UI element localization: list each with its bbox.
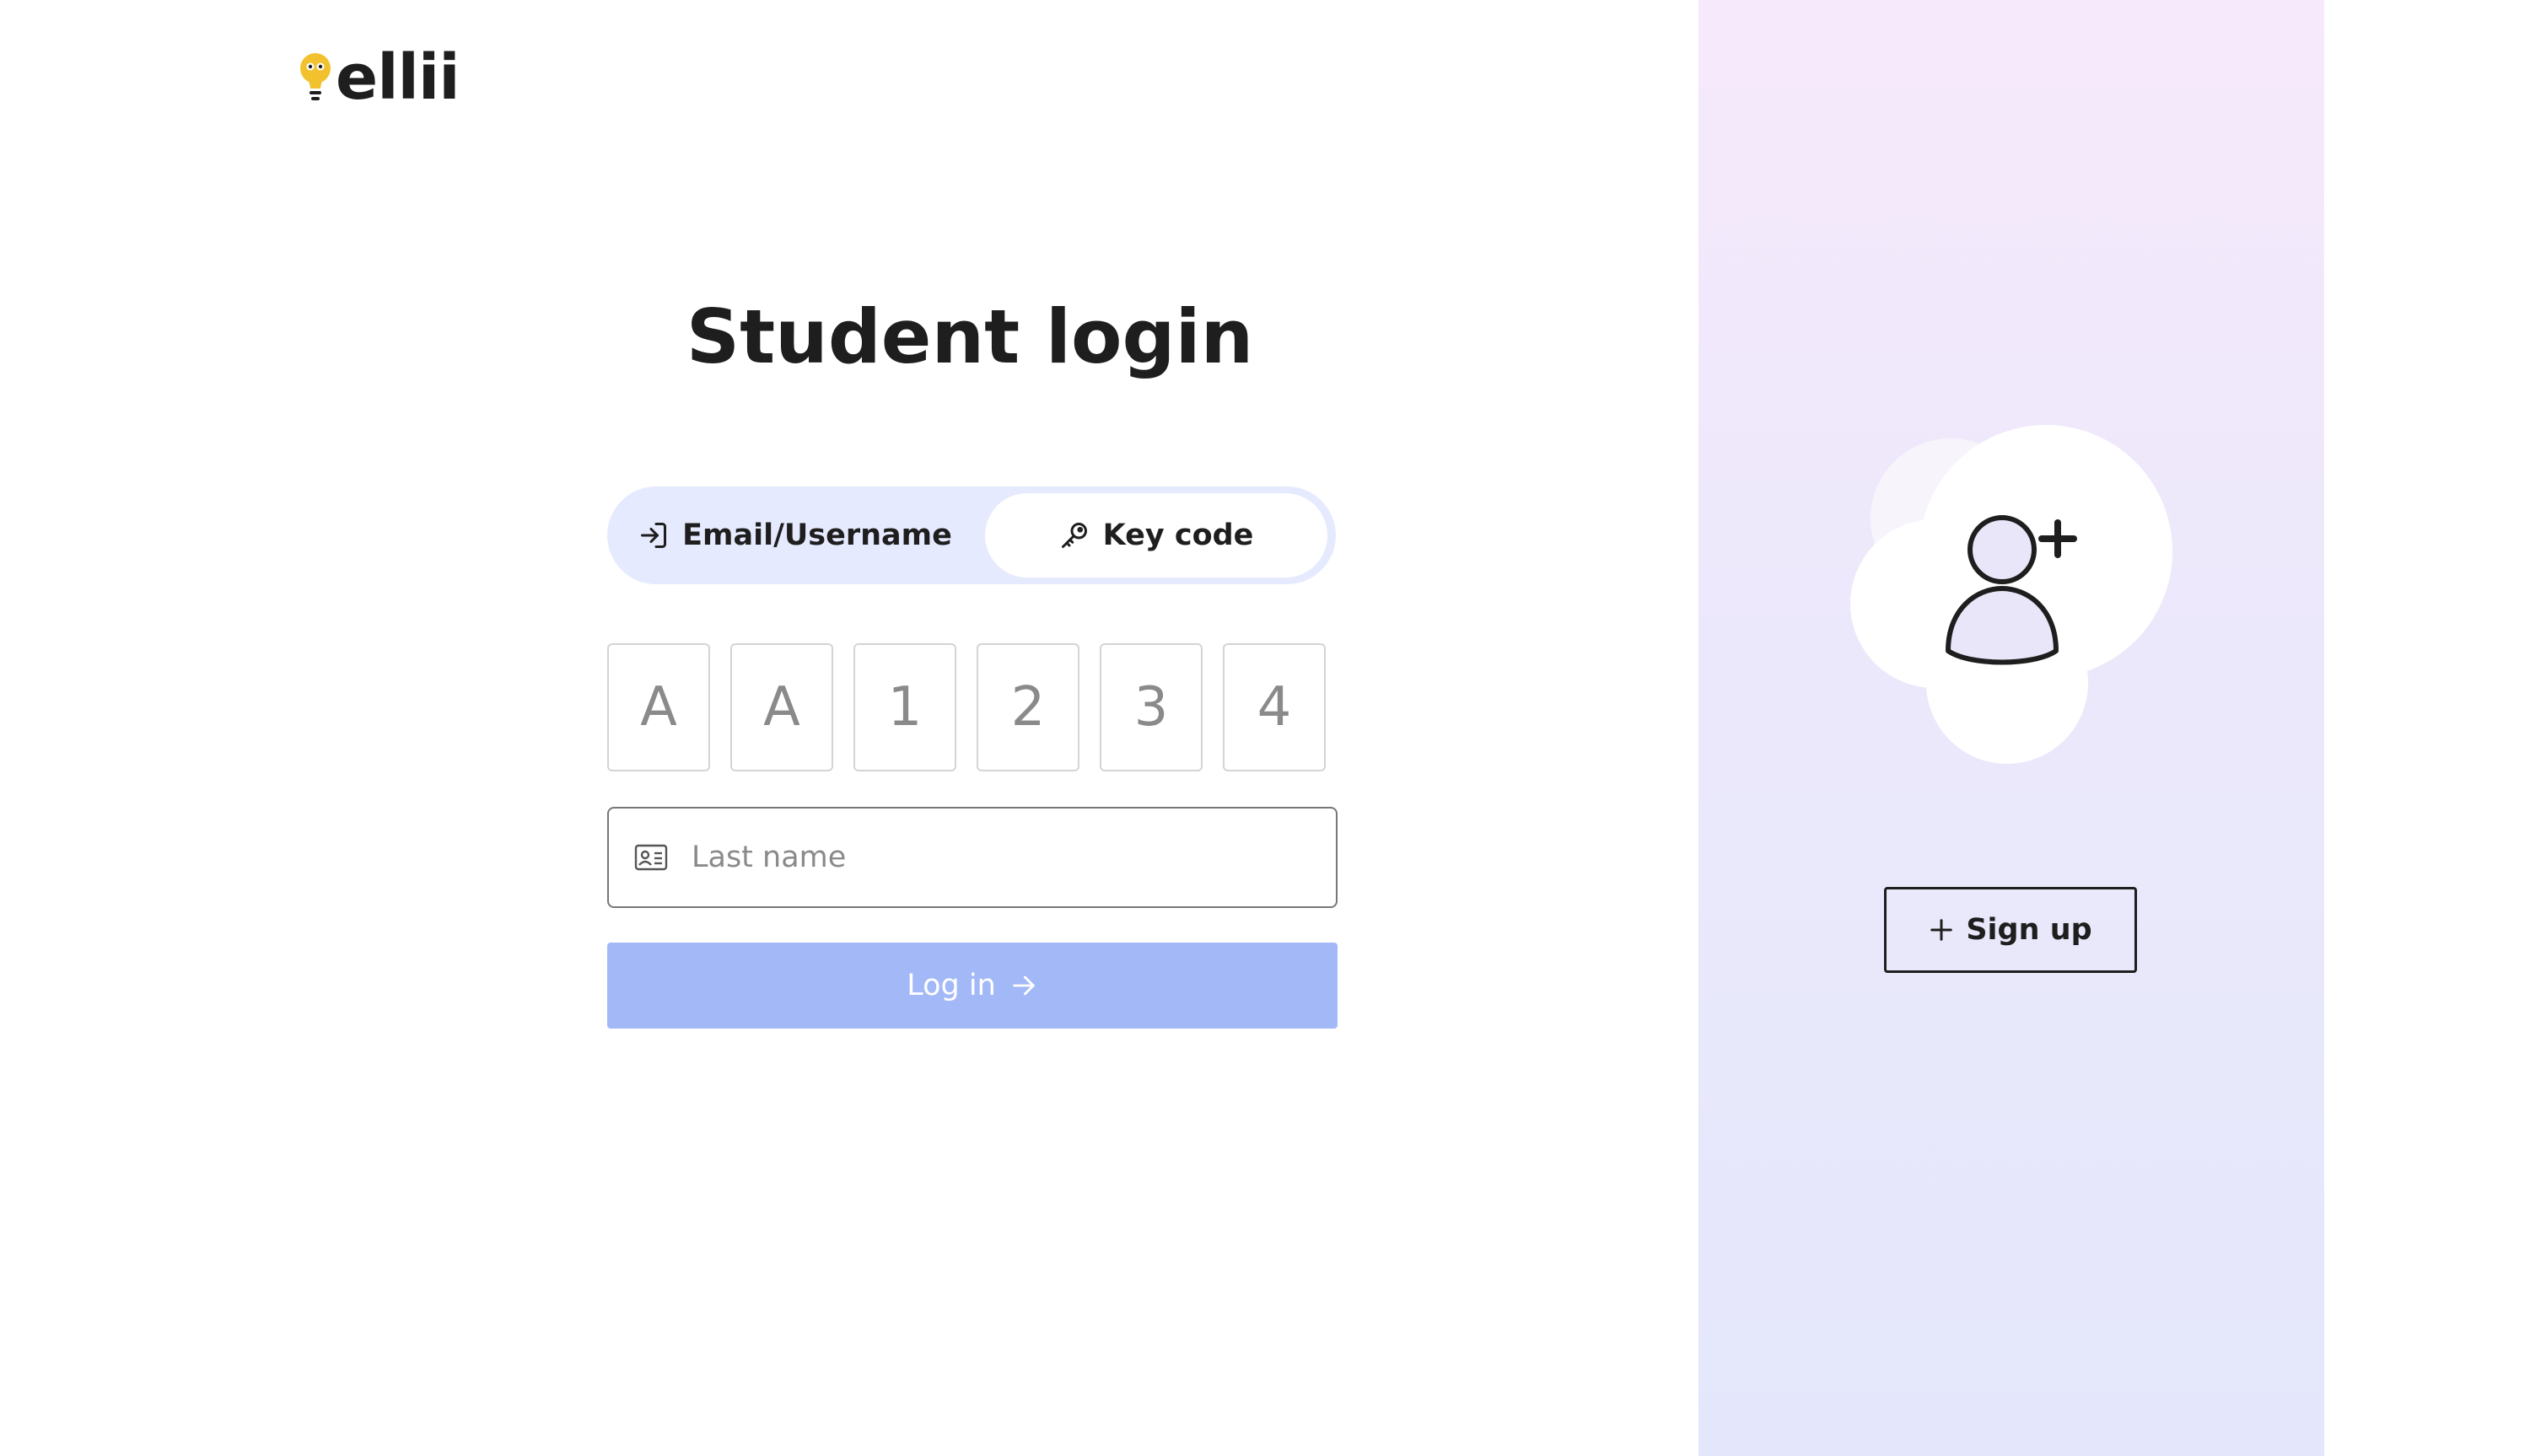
tab-email-username[interactable]: Email/Username bbox=[614, 493, 977, 578]
key-code-digit-2[interactable]: A bbox=[730, 643, 833, 771]
page-title: Student login bbox=[686, 293, 1254, 380]
logo-text: ellii bbox=[336, 41, 460, 114]
last-name-field[interactable] bbox=[607, 807, 1338, 908]
key-code-digit-5[interactable]: 3 bbox=[1100, 643, 1203, 771]
id-card-icon bbox=[634, 844, 668, 871]
plus-icon bbox=[1930, 919, 1953, 941]
key-code-digit-1[interactable]: A bbox=[607, 643, 710, 771]
signup-illustration bbox=[1850, 422, 2188, 776]
signup-button[interactable]: Sign up bbox=[1884, 887, 2137, 973]
tab-key-code-label: Key code bbox=[1102, 518, 1254, 552]
login-button-label: Log in bbox=[907, 969, 996, 1002]
arrow-right-icon bbox=[1013, 975, 1035, 996]
key-code-inputs: A A 1 2 3 4 bbox=[607, 643, 1332, 771]
ellii-logo[interactable]: ellii bbox=[299, 44, 460, 111]
lightbulb-icon bbox=[300, 53, 331, 100]
login-button[interactable]: Log in bbox=[607, 943, 1338, 1029]
key-code-digit-6[interactable]: 4 bbox=[1223, 643, 1326, 771]
key-icon bbox=[1061, 523, 1087, 548]
signup-panel: Sign up bbox=[1698, 0, 2324, 1456]
login-method-tabs: Email/Username Key code bbox=[607, 486, 1336, 584]
tab-key-code[interactable]: Key code bbox=[985, 493, 1327, 578]
add-user-icon bbox=[1946, 515, 2077, 665]
tab-email-username-label: Email/Username bbox=[682, 518, 952, 552]
key-code-digit-4[interactable]: 2 bbox=[977, 643, 1079, 771]
signup-button-label: Sign up bbox=[1966, 913, 2092, 947]
key-code-digit-3[interactable]: 1 bbox=[853, 643, 956, 771]
sign-in-arrow-icon bbox=[641, 523, 667, 548]
last-name-input[interactable] bbox=[692, 841, 1299, 874]
